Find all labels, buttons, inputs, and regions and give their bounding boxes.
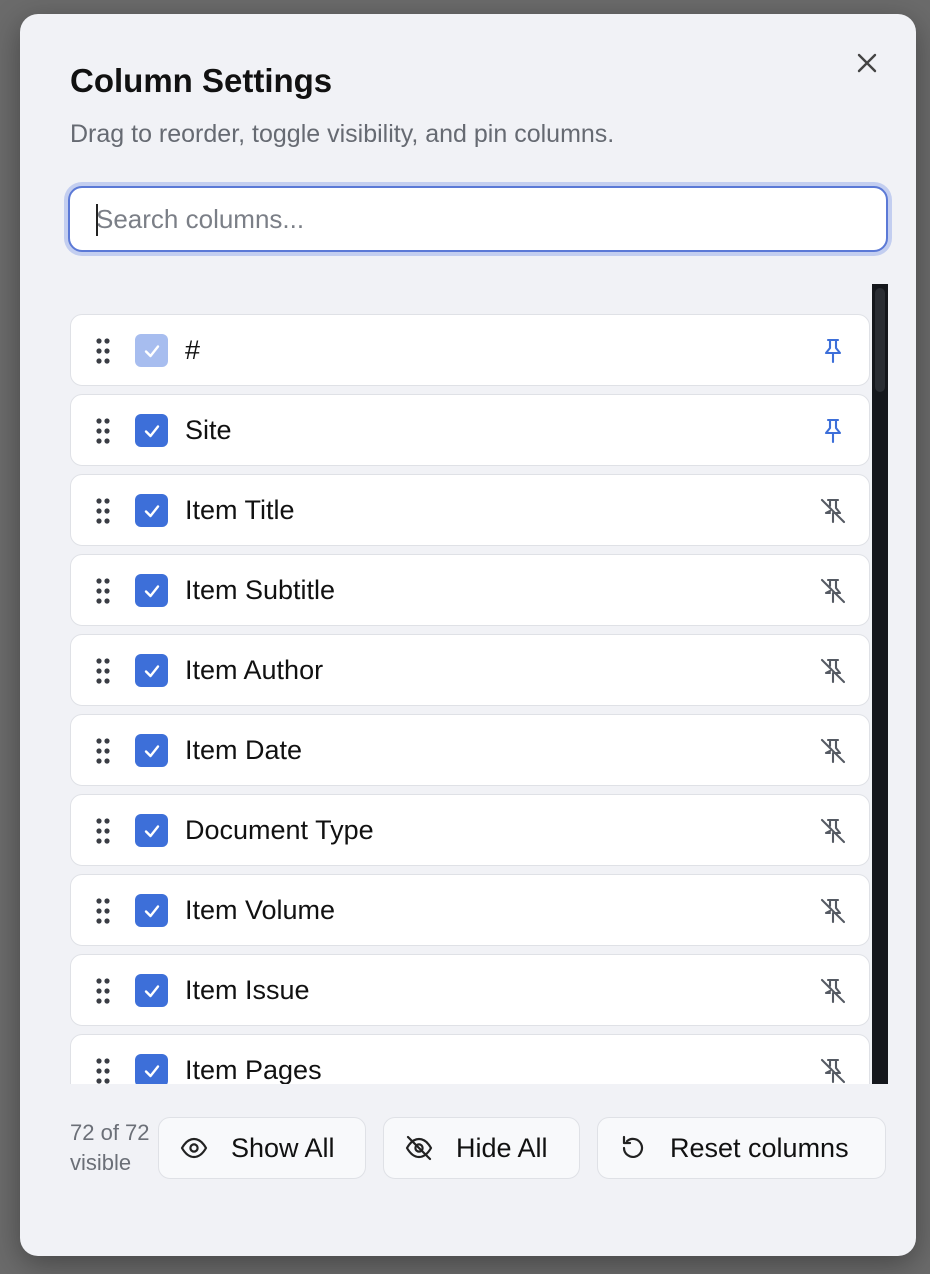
hide-all-label: Hide All xyxy=(456,1132,548,1163)
reset-icon xyxy=(618,1133,648,1163)
pin-icon[interactable] xyxy=(817,415,849,447)
drag-handle-icon[interactable] xyxy=(95,817,111,845)
column-visibility-checkbox[interactable] xyxy=(135,814,168,847)
unpin-icon[interactable] xyxy=(817,575,849,607)
pin-icon[interactable] xyxy=(817,335,849,367)
unpin-icon[interactable] xyxy=(817,1055,849,1084)
column-label: Item Issue xyxy=(185,975,310,1005)
drag-handle-icon[interactable] xyxy=(95,977,111,1005)
column-label: Site xyxy=(185,415,232,445)
column-label: Document Type xyxy=(185,815,374,845)
column-visibility-checkbox[interactable] xyxy=(135,654,168,687)
column-label: # xyxy=(185,335,201,365)
close-icon xyxy=(857,53,877,73)
column-label: Item Subtitle xyxy=(185,575,336,605)
column-visibility-checkbox[interactable] xyxy=(135,574,168,607)
column-row[interactable]: Item Subtitle xyxy=(70,554,870,626)
column-row[interactable]: Item Volume xyxy=(70,874,870,946)
column-row[interactable]: Site xyxy=(70,394,870,466)
unpin-icon[interactable] xyxy=(817,655,849,687)
drag-handle-icon[interactable] xyxy=(95,577,111,605)
column-list: # Site Item Title Item Subtitle Item Author I… xyxy=(70,284,888,1084)
column-label: Item Date xyxy=(185,735,303,765)
column-visibility-checkbox[interactable] xyxy=(135,894,168,927)
column-row[interactable]: Item Issue xyxy=(70,954,870,1026)
scrollbar-thumb[interactable] xyxy=(875,288,885,392)
column-visibility-checkbox[interactable] xyxy=(135,734,168,767)
drag-handle-icon[interactable] xyxy=(95,497,111,525)
eye-off-icon xyxy=(404,1133,434,1163)
list-scrollbar[interactable] xyxy=(872,284,888,1084)
drag-handle-icon[interactable] xyxy=(95,337,111,365)
column-label: Item Author xyxy=(185,655,324,685)
close-button[interactable] xyxy=(850,46,884,80)
drag-handle-icon[interactable] xyxy=(95,1057,111,1084)
unpin-icon[interactable] xyxy=(817,495,849,527)
unpin-icon[interactable] xyxy=(817,895,849,927)
column-row[interactable]: # xyxy=(70,314,870,386)
column-label: Item Pages xyxy=(185,1055,322,1084)
eye-icon xyxy=(179,1133,209,1163)
reset-columns-button[interactable]: Reset columns xyxy=(597,1117,886,1179)
column-row[interactable]: Document Type xyxy=(70,794,870,866)
column-row[interactable]: Item Pages xyxy=(70,1034,870,1084)
column-label: Item Title xyxy=(185,495,295,525)
column-label: Item Volume xyxy=(185,895,336,925)
drag-handle-icon[interactable] xyxy=(95,737,111,765)
drag-handle-icon[interactable] xyxy=(95,417,111,445)
drag-handle-icon[interactable] xyxy=(95,897,111,925)
column-visibility-checkbox[interactable] xyxy=(135,974,168,1007)
dialog-subtitle: Drag to reorder, toggle visibility, and … xyxy=(70,120,615,148)
column-visibility-checkbox[interactable] xyxy=(135,1054,168,1084)
reset-columns-label: Reset columns xyxy=(670,1132,849,1163)
text-caret xyxy=(96,204,98,236)
unpin-icon[interactable] xyxy=(817,975,849,1007)
column-visibility-checkbox[interactable] xyxy=(135,414,168,447)
drag-handle-icon[interactable] xyxy=(95,657,111,685)
show-all-label: Show All xyxy=(231,1132,335,1163)
column-visibility-checkbox xyxy=(135,334,168,367)
unpin-icon[interactable] xyxy=(817,815,849,847)
column-row[interactable]: Item Date xyxy=(70,714,870,786)
column-row[interactable]: Item Author xyxy=(70,634,870,706)
column-visibility-checkbox[interactable] xyxy=(135,494,168,527)
column-settings-dialog: Column Settings Drag to reorder, toggle … xyxy=(20,14,916,1256)
unpin-icon[interactable] xyxy=(817,735,849,767)
column-row[interactable]: Item Title xyxy=(70,474,870,546)
visible-count: 72 of 72 visible xyxy=(70,1120,150,1175)
hide-all-button[interactable]: Hide All xyxy=(383,1117,580,1179)
search-input[interactable] xyxy=(70,188,886,250)
show-all-button[interactable]: Show All xyxy=(158,1117,366,1179)
dialog-title: Column Settings xyxy=(70,62,333,99)
search-field xyxy=(68,186,888,252)
